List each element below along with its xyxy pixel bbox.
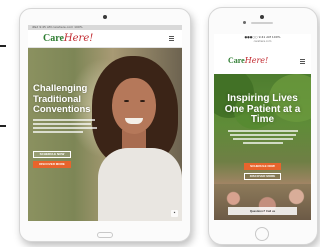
schedule-now-button[interactable]: SCHEDULE NOW: [33, 151, 71, 158]
tablet-navbar: CareHere!: [28, 30, 182, 48]
logo-care-text: Care: [43, 33, 64, 44]
tablet-camera-icon: [103, 15, 107, 19]
phone-screen: ●●●○○ 9:41 AM 100% carehere.com CareHere…: [214, 34, 311, 220]
hamburger-menu-icon[interactable]: [169, 36, 174, 42]
logo-care-text: Care: [228, 56, 245, 65]
phone-home-button-icon[interactable]: [255, 227, 269, 241]
tablet-hero-paragraph: [33, 119, 97, 135]
schedule-now-button[interactable]: SCHEDULE NOW: [244, 163, 281, 170]
tablet-hero-headline: Challenging Traditional Conventions: [33, 83, 105, 116]
headline-line: Challenging: [33, 83, 88, 94]
phone-hero-paragraph: [226, 130, 299, 146]
logo-here-text: Here!: [244, 56, 269, 65]
headline-line: Conventions: [33, 104, 91, 115]
phone-sensor-icon: [243, 21, 246, 24]
tablet-screen: iPad 9:45 AM carehere.com 100% CareHere!…: [28, 25, 182, 221]
tablet-logo[interactable]: CareHere!: [43, 33, 93, 44]
hamburger-menu-icon[interactable]: [300, 59, 305, 65]
image-corner-icon[interactable]: ▪: [171, 210, 178, 217]
phone-speaker: [251, 22, 273, 24]
phone-logo[interactable]: CareHere!: [228, 56, 268, 65]
edge-mark-bottom: [0, 125, 6, 127]
phone-hero-headline: Inspiring Lives One Patient at a Time: [218, 93, 307, 126]
tablet-device: iPad 9:45 AM carehere.com 100% CareHere!…: [19, 8, 191, 242]
hero-photo-face: [112, 78, 156, 134]
phone-device: ●●●○○ 9:41 AM 100% carehere.com CareHere…: [208, 7, 318, 245]
phone-hero: Inspiring Lives One Patient at a Time SC…: [214, 74, 311, 220]
discover-more-button[interactable]: DISCOVER MORE: [33, 161, 71, 168]
headline-line: Inspiring Lives: [227, 93, 298, 104]
tablet-home-button-icon[interactable]: [97, 232, 113, 238]
discover-more-button[interactable]: DISCOVER MORE: [244, 173, 281, 180]
logo-here-text: Here!: [63, 33, 94, 44]
tablet-hero: Challenging Traditional Conventions SCHE…: [28, 48, 182, 221]
phone-footer-cta[interactable]: Questions? Call us: [228, 207, 297, 215]
phone-camera-icon: [260, 15, 264, 19]
phone-navbar: CareHere!: [214, 46, 311, 74]
phone-url-bar[interactable]: carehere.com: [214, 40, 311, 44]
headline-line: Time: [250, 114, 275, 125]
edge-mark-top: [0, 45, 6, 47]
